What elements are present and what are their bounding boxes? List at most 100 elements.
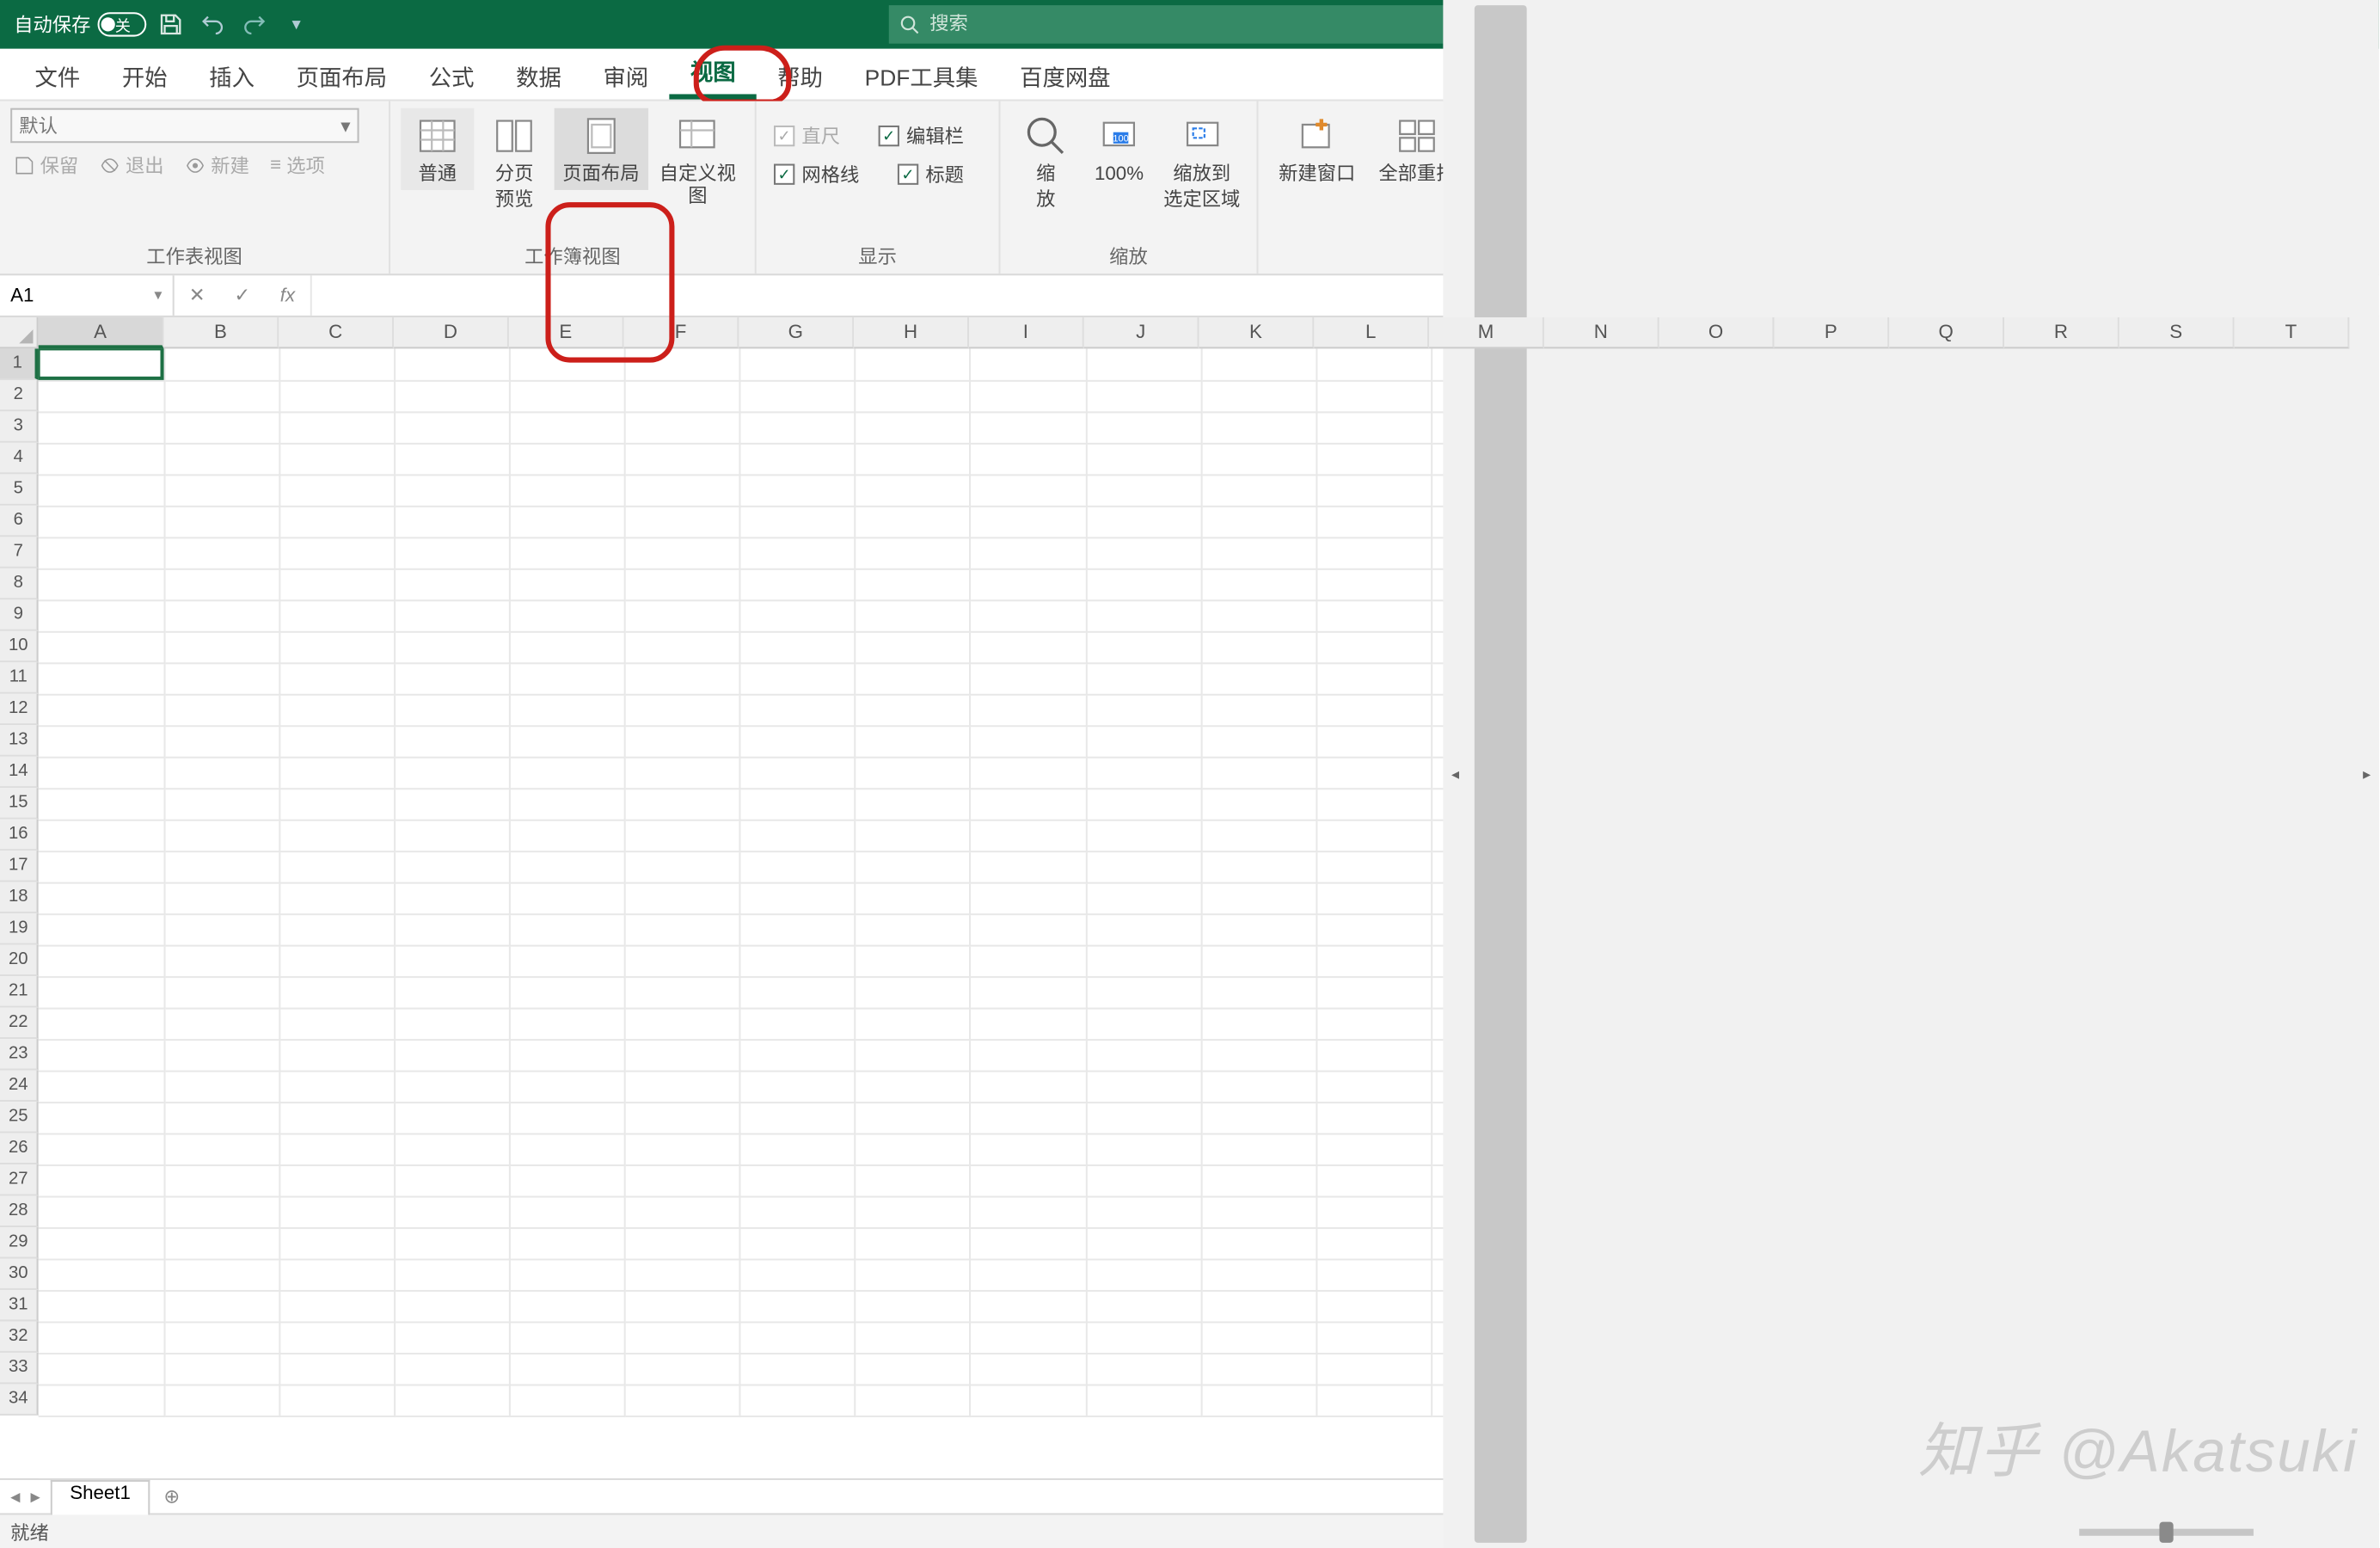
- new-view-button[interactable]: 新建: [181, 150, 253, 181]
- tab-home[interactable]: 开始: [101, 49, 188, 100]
- row-header[interactable]: 33: [0, 1353, 39, 1384]
- row-header[interactable]: 22: [0, 1008, 39, 1039]
- tab-formulas[interactable]: 公式: [408, 49, 494, 100]
- row-header[interactable]: 12: [0, 694, 39, 725]
- row-header[interactable]: 6: [0, 506, 39, 537]
- column-header[interactable]: B: [164, 317, 279, 348]
- tab-review[interactable]: 审阅: [582, 49, 669, 100]
- row-header[interactable]: 1: [0, 348, 39, 379]
- column-header[interactable]: G: [739, 317, 854, 348]
- qat-customize-icon[interactable]: ▾: [280, 9, 311, 40]
- row-header[interactable]: 34: [0, 1384, 39, 1415]
- row-header[interactable]: 20: [0, 945, 39, 976]
- tab-help[interactable]: 帮助: [757, 49, 843, 100]
- column-header[interactable]: S: [2119, 317, 2235, 348]
- row-header[interactable]: 30: [0, 1258, 39, 1289]
- new-window-button[interactable]: 新建窗口: [1269, 108, 1365, 191]
- tab-insert[interactable]: 插入: [188, 49, 275, 100]
- horizontal-scrollbar[interactable]: ◂ ▸: [1443, 0, 2378, 1548]
- tab-view[interactable]: 视图: [670, 44, 757, 100]
- gridlines-checkbox[interactable]: ✓网格线: [767, 157, 867, 192]
- insert-function-icon[interactable]: fx: [265, 285, 310, 305]
- row-header[interactable]: 26: [0, 1133, 39, 1164]
- row-header[interactable]: 25: [0, 1102, 39, 1133]
- exit-view-button[interactable]: 退出: [95, 150, 167, 181]
- redo-icon[interactable]: [239, 9, 270, 40]
- column-header[interactable]: P: [1774, 317, 1889, 348]
- row-header[interactable]: 19: [0, 913, 39, 944]
- column-header[interactable]: D: [394, 317, 509, 348]
- column-header[interactable]: J: [1084, 317, 1199, 348]
- column-header[interactable]: O: [1659, 317, 1775, 348]
- formula-cancel-icon[interactable]: ✕: [175, 284, 220, 306]
- sheet-nav-next-icon[interactable]: ▸: [27, 1485, 43, 1508]
- zoom-100-button[interactable]: 100 100%: [1084, 108, 1154, 191]
- column-header[interactable]: T: [2235, 317, 2350, 348]
- sheet-view-combo[interactable]: 默认▾: [10, 108, 359, 144]
- row-header[interactable]: 16: [0, 820, 39, 851]
- sheet-tab-1[interactable]: Sheet1: [51, 1480, 150, 1515]
- column-header[interactable]: L: [1314, 317, 1429, 348]
- zoom-button[interactable]: 缩放: [1011, 108, 1081, 217]
- row-header[interactable]: 7: [0, 537, 39, 568]
- column-header[interactable]: K: [1199, 317, 1315, 348]
- column-header[interactable]: E: [509, 317, 624, 348]
- row-header[interactable]: 13: [0, 725, 39, 756]
- normal-view-button[interactable]: 普通: [401, 108, 474, 191]
- tab-baidu-netdisk[interactable]: 百度网盘: [999, 49, 1132, 100]
- scroll-left-icon[interactable]: ◂: [1443, 765, 1467, 783]
- row-header[interactable]: 14: [0, 757, 39, 788]
- row-header[interactable]: 31: [0, 1290, 39, 1321]
- column-header[interactable]: R: [2004, 317, 2119, 348]
- column-header[interactable]: M: [1429, 317, 1544, 348]
- formula-bar-checkbox[interactable]: ✓编辑栏: [872, 119, 972, 154]
- tab-file[interactable]: 文件: [14, 49, 101, 100]
- tab-data[interactable]: 数据: [495, 49, 582, 100]
- zoom-slider[interactable]: [2079, 1528, 2254, 1535]
- tab-pdf-tools[interactable]: PDF工具集: [843, 49, 998, 100]
- row-header[interactable]: 32: [0, 1321, 39, 1352]
- row-header[interactable]: 2: [0, 380, 39, 411]
- sheet-nav-prev-icon[interactable]: ◂: [7, 1485, 23, 1508]
- row-header[interactable]: 24: [0, 1071, 39, 1102]
- page-break-preview-button[interactable]: 分页 预览: [477, 108, 550, 217]
- search-input[interactable]: [929, 14, 1512, 34]
- tab-page-layout[interactable]: 页面布局: [275, 49, 408, 100]
- row-header[interactable]: 23: [0, 1039, 39, 1070]
- view-options-button[interactable]: ≡选项: [267, 150, 328, 181]
- row-header[interactable]: 3: [0, 411, 39, 442]
- add-sheet-button[interactable]: ⊕: [150, 1480, 193, 1514]
- select-all-corner[interactable]: [0, 317, 39, 348]
- scroll-right-icon[interactable]: ▸: [2354, 765, 2378, 783]
- column-header[interactable]: I: [969, 317, 1084, 348]
- page-layout-view-button[interactable]: 页面布局: [555, 108, 647, 191]
- row-header[interactable]: 10: [0, 631, 39, 662]
- row-headers[interactable]: 1234567891011121314151617181920212223242…: [0, 348, 39, 1477]
- row-header[interactable]: 9: [0, 599, 39, 630]
- column-headers[interactable]: ABCDEFGHIJKLMNOPQRST: [39, 317, 2355, 348]
- row-header[interactable]: 27: [0, 1164, 39, 1195]
- column-header[interactable]: Q: [1889, 317, 2004, 348]
- save-icon[interactable]: [155, 9, 186, 40]
- row-header[interactable]: 11: [0, 662, 39, 693]
- row-header[interactable]: 21: [0, 976, 39, 1007]
- formula-enter-icon[interactable]: ✓: [219, 284, 265, 306]
- headings-checkbox[interactable]: ✓标题: [891, 157, 971, 192]
- column-header[interactable]: C: [279, 317, 394, 348]
- row-header[interactable]: 8: [0, 568, 39, 599]
- row-header[interactable]: 4: [0, 443, 39, 474]
- column-header[interactable]: N: [1544, 317, 1659, 348]
- keep-view-button[interactable]: 保留: [10, 150, 82, 181]
- row-header[interactable]: 18: [0, 882, 39, 913]
- row-header[interactable]: 17: [0, 851, 39, 882]
- custom-views-button[interactable]: 自定义视图: [651, 108, 744, 213]
- row-header[interactable]: 5: [0, 474, 39, 505]
- row-header[interactable]: 28: [0, 1196, 39, 1227]
- zoom-slider-knob[interactable]: [2159, 1521, 2173, 1542]
- hscroll-thumb[interactable]: [1475, 5, 1527, 1543]
- autosave-toggle[interactable]: 自动保存 关: [0, 10, 144, 38]
- name-box[interactable]: A1▾: [0, 275, 175, 316]
- row-header[interactable]: 15: [0, 788, 39, 819]
- zoom-to-selection-button[interactable]: 缩放到 选定区域: [1157, 108, 1246, 217]
- column-header[interactable]: H: [854, 317, 969, 348]
